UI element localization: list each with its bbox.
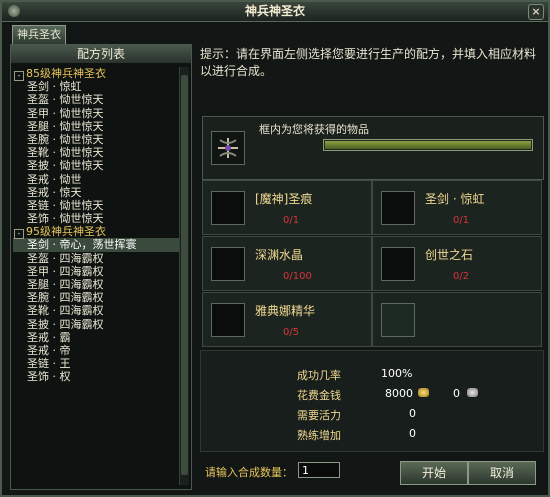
vitality-value: 0: [409, 407, 416, 420]
recipe-item[interactable]: 圣盔 · 四海霸权: [13, 252, 179, 265]
success-rate-label: 成功几率: [297, 369, 341, 382]
material-name: 创世之石: [425, 248, 474, 262]
recipe-item[interactable]: 圣剑 · 惊虹: [13, 80, 179, 93]
material-name: 雅典娜精华: [255, 304, 316, 318]
result-label: 框内为您将获得的物品: [259, 123, 369, 136]
material-count: 0/1: [453, 215, 470, 226]
quantity-label: 请输入合成数量：: [205, 466, 293, 479]
material-slot-2[interactable]: 圣剑 · 惊虹 0/1: [372, 180, 542, 235]
silver-cost-value: 0: [453, 387, 460, 400]
recipe-item[interactable]: 圣甲 · 恸世惊天: [13, 107, 179, 120]
recipe-item[interactable]: 圣戒 · 恸世: [13, 173, 179, 186]
material-name: [魔神]圣痕: [255, 192, 313, 206]
recipe-item[interactable]: 圣靴 · 四海霸权: [13, 304, 179, 317]
material-slot-1[interactable]: [魔神]圣痕 0/1: [202, 180, 372, 235]
recipe-item[interactable]: 圣饰 · 权: [13, 370, 179, 383]
recipe-item[interactable]: 圣甲 · 四海霸权: [13, 265, 179, 278]
skill-gain-label: 熟练增加: [297, 429, 341, 442]
start-button[interactable]: 开始: [400, 461, 468, 485]
material-icon-slot[interactable]: [381, 247, 415, 281]
material-icon-slot[interactable]: [211, 303, 245, 337]
result-progress-fill: [325, 141, 531, 149]
recipe-item[interactable]: 圣靴 · 恸世惊天: [13, 146, 179, 159]
recipe-item[interactable]: 圣披 · 恸世惊天: [13, 159, 179, 172]
material-slot-5[interactable]: 雅典娜精华 0/5: [202, 292, 372, 347]
skill-gain-value: 0: [409, 427, 416, 440]
recipe-item[interactable]: 圣披 · 四海霸权: [13, 318, 179, 331]
recipe-item[interactable]: 圣腕 · 恸世惊天: [13, 133, 179, 146]
result-item-slot[interactable]: [211, 131, 245, 165]
gold-cost-value: 8000: [385, 387, 413, 400]
hint-text: 提示：请在界面左侧选择您要进行生产的配方，并填入相应材料以进行合成。: [200, 47, 537, 78]
recipe-list: -85级神兵神圣衣 圣剑 · 惊虹 圣盔 · 恸世惊天 圣甲 · 恸世惊天 圣腿 · 恸…: [13, 67, 179, 384]
crafting-window: 神兵神圣衣 × 神兵圣衣 配方列表 -85级神兵神圣衣 圣剑 · 惊虹 圣盔 · 恸…: [0, 0, 550, 497]
material-count: 0/2: [453, 271, 470, 282]
recipe-item[interactable]: 圣戒 · 帝: [13, 344, 179, 357]
material-count: 0/5: [283, 327, 300, 338]
recipe-item[interactable]: 圣戒 · 霸: [13, 331, 179, 344]
material-name: 深渊水晶: [255, 248, 304, 262]
material-count: 0/1: [283, 215, 300, 226]
ornament-icon: [8, 5, 20, 17]
recipe-list-header: 配方列表: [11, 45, 191, 63]
recipe-item[interactable]: 圣链 · 恸世惊天: [13, 199, 179, 212]
recipe-list-scrollbar[interactable]: [179, 67, 189, 485]
result-box: 框内为您将获得的物品: [202, 116, 544, 180]
recipe-item[interactable]: 圣腕 · 四海霸权: [13, 291, 179, 304]
cost-label: 花费金钱: [297, 389, 341, 402]
scrollbar-thumb[interactable]: [181, 75, 188, 475]
result-progress-bar: [323, 139, 533, 151]
recipe-item[interactable]: 圣腿 · 四海霸权: [13, 278, 179, 291]
recipe-group-label: 95级神兵神圣衣: [26, 225, 106, 239]
material-slot-3[interactable]: 深渊水晶 0/100: [202, 236, 372, 291]
material-icon-slot[interactable]: [381, 191, 415, 225]
recipe-item[interactable]: 圣链 · 王: [13, 357, 179, 370]
success-rate-value: 100%: [381, 367, 413, 380]
recipe-item[interactable]: 圣腿 · 恸世惊天: [13, 120, 179, 133]
recipe-item[interactable]: 圣盔 · 恸世惊天: [13, 93, 179, 106]
material-slot-4[interactable]: 创世之石 0/2: [372, 236, 542, 291]
recipe-item[interactable]: 圣戒 · 惊天: [13, 186, 179, 199]
craft-stats-panel: 成功几率 100% 花费金钱 8000 0 需要活力 0 熟练增加 0: [200, 350, 544, 452]
recipe-group[interactable]: -95级神兵神圣衣: [13, 225, 179, 240]
quantity-input[interactable]: 1: [298, 462, 340, 478]
recipe-item[interactable]: 圣剑 · 帝心，荡世挥寰: [13, 238, 179, 252]
recipe-list-panel: 配方列表 -85级神兵神圣衣 圣剑 · 惊虹 圣盔 · 恸世惊天 圣甲 · 恸世惊天圣…: [10, 44, 192, 490]
material-icon-slot[interactable]: [211, 191, 245, 225]
recipe-group-label: 85级神兵神圣衣: [26, 67, 106, 80]
cancel-button[interactable]: 取消: [468, 461, 536, 485]
vitality-label: 需要活力: [297, 409, 341, 422]
recipe-group[interactable]: -85级神兵神圣衣: [13, 67, 179, 81]
title-bar[interactable]: 神兵神圣衣 ×: [2, 2, 548, 22]
window-title: 神兵神圣衣: [244, 4, 305, 18]
close-button[interactable]: ×: [528, 4, 544, 20]
gold-coin-icon: [418, 388, 429, 397]
collapse-toggle-icon[interactable]: -: [14, 229, 24, 240]
material-slot-6[interactable]: [372, 292, 542, 347]
material-icon-slot[interactable]: [381, 303, 415, 337]
recipe-item[interactable]: 圣饰 · 恸世惊天: [13, 212, 179, 225]
material-count: 0/100: [283, 271, 312, 282]
materials-grid: [魔神]圣痕 0/1 圣剑 · 惊虹 0/1 深渊水晶 0/100 创世之石 0…: [200, 180, 542, 347]
tab-divine-armor[interactable]: 神兵圣衣: [12, 25, 66, 44]
material-icon-slot[interactable]: [211, 247, 245, 281]
material-name: 圣剑 · 惊虹: [425, 192, 485, 206]
collapse-toggle-icon[interactable]: -: [14, 71, 24, 81]
silver-coin-icon: [467, 388, 478, 397]
crossbow-icon: [212, 132, 244, 164]
